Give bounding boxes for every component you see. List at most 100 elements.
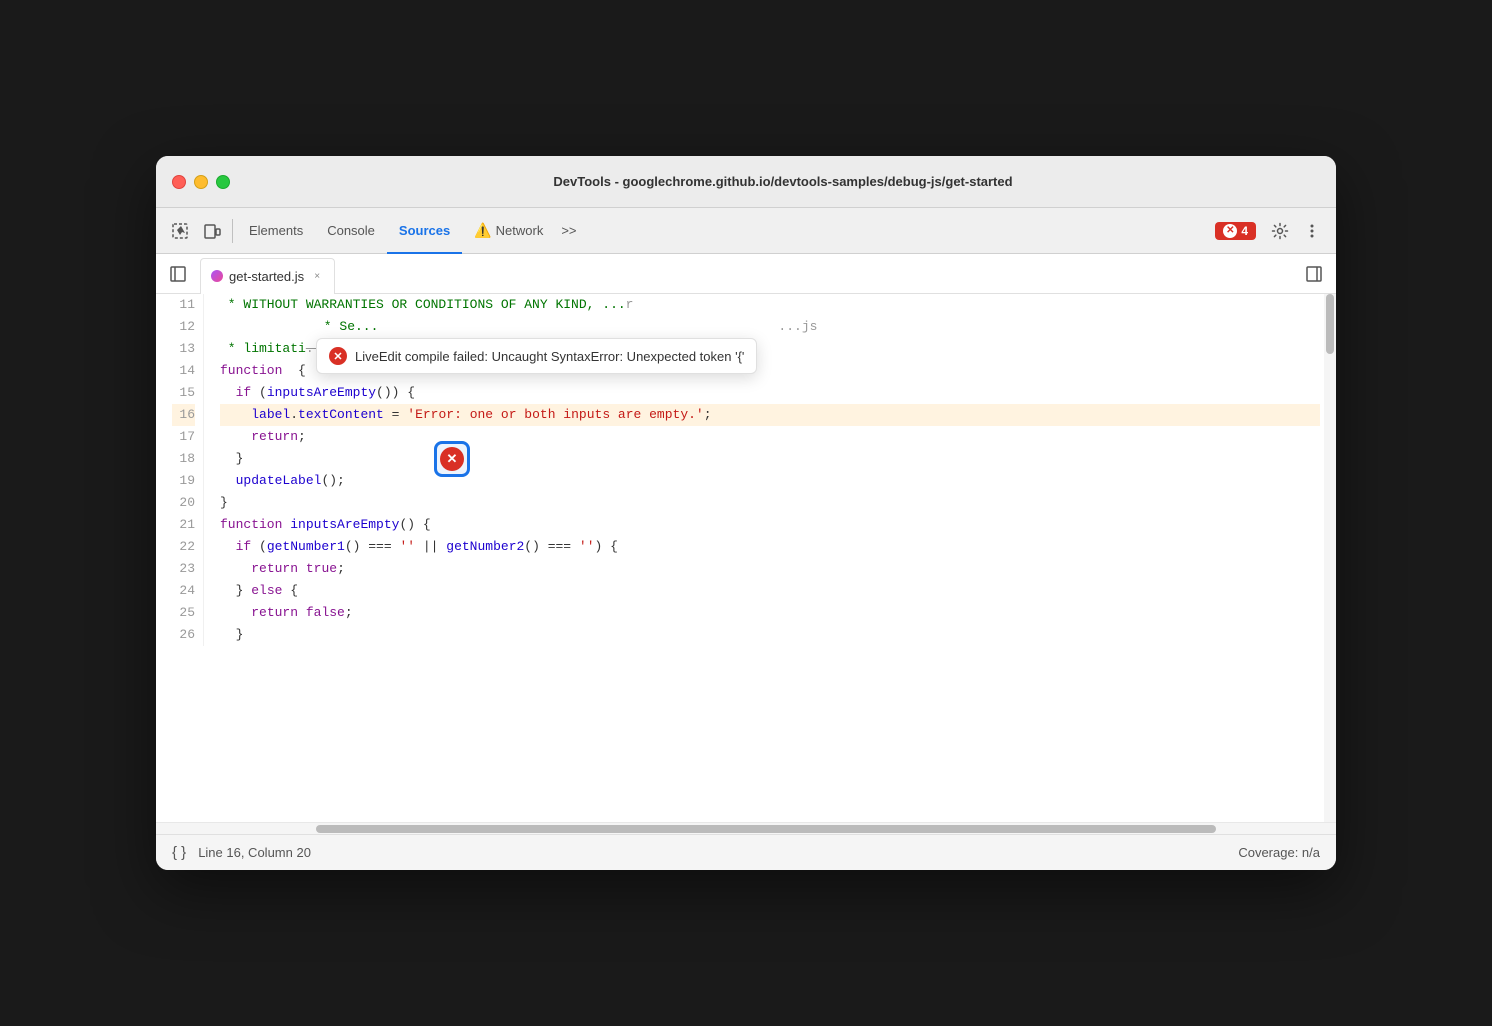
- code-line-18: }: [220, 448, 1320, 470]
- code-indent: [220, 426, 251, 448]
- code-indent: [220, 558, 251, 580]
- file-tab-close[interactable]: ×: [310, 269, 324, 283]
- code-text: ();: [321, 470, 344, 492]
- code-fn: getNumber1: [267, 536, 345, 558]
- code-var: label: [251, 404, 290, 426]
- line-numbers: 11 12 13 14 15 16 17 18 19 20 21 22 23 2…: [156, 294, 204, 646]
- code-editor[interactable]: ✕ LiveEdit compile failed: Uncaught Synt…: [156, 294, 1336, 822]
- title-bar: DevTools - googlechrome.github.io/devtoo…: [156, 156, 1336, 208]
- device-toggle-icon[interactable]: [196, 215, 228, 247]
- more-menu-icon[interactable]: [1296, 215, 1328, 247]
- code-indent: [220, 404, 251, 426]
- tab-network[interactable]: ⚠️ Network: [462, 208, 555, 254]
- vscrollbar-thumb: [1326, 294, 1334, 354]
- code-line-12: * Se... ...js: [220, 316, 1320, 338]
- code-indent: [220, 448, 236, 470]
- code-keyword: return: [251, 558, 298, 580]
- line-num-20: 20: [172, 492, 195, 514]
- code-text: (: [251, 382, 267, 404]
- line-num-14: 14: [172, 360, 195, 382]
- error-circle-inner: ✕: [440, 447, 464, 471]
- file-tab-name: get-started.js: [229, 269, 304, 284]
- file-tab-get-started[interactable]: get-started.js ×: [200, 258, 335, 294]
- more-tabs-button[interactable]: >>: [555, 208, 582, 254]
- window-title: DevTools - googlechrome.github.io/devtoo…: [246, 174, 1320, 189]
- error-tooltip-icon: ✕: [329, 347, 347, 365]
- code-line-23: return true ;: [220, 558, 1320, 580]
- error-badge-icon: ✕: [1223, 224, 1237, 238]
- tab-sources[interactable]: Sources: [387, 208, 462, 254]
- code-bool: true: [306, 558, 337, 580]
- code-keyword: function: [220, 360, 282, 382]
- code-text: () {: [399, 514, 430, 536]
- settings-icon[interactable]: [1264, 215, 1296, 247]
- tab-console[interactable]: Console: [315, 208, 387, 254]
- code-keyword: return: [251, 426, 298, 448]
- devtools-tab-bar: Elements Console Sources ⚠️ Network >> ✕…: [156, 208, 1336, 254]
- code-keyword: return: [251, 602, 298, 624]
- code-indent: [220, 470, 236, 492]
- code-overflow: r: [626, 294, 634, 316]
- inspect-icon[interactable]: [164, 215, 196, 247]
- code-indent: [220, 382, 236, 404]
- braces-icon[interactable]: { }: [172, 844, 186, 861]
- code-text: () ===: [524, 536, 579, 558]
- code-fn: inputsAreEmpty: [290, 514, 399, 536]
- code-text: .: [290, 404, 298, 426]
- code-text2: ) {: [595, 536, 618, 558]
- code-text: [282, 514, 290, 536]
- code-indent: [220, 580, 236, 602]
- line-num-24: 24: [172, 580, 195, 602]
- line-num-11: 11: [172, 294, 195, 316]
- panel-toggle-button[interactable]: [164, 260, 192, 288]
- tab-elements[interactable]: Elements: [237, 208, 315, 254]
- error-tooltip: ✕ LiveEdit compile failed: Uncaught Synt…: [316, 338, 757, 374]
- code-indent: [220, 624, 236, 646]
- horizontal-scrollbar[interactable]: [156, 822, 1336, 834]
- file-icon: [211, 270, 223, 282]
- line-num-19: 19: [172, 470, 195, 492]
- vertical-scrollbar[interactable]: [1324, 294, 1336, 646]
- code-prop: textContent: [298, 404, 384, 426]
- code-keyword: else: [251, 580, 282, 602]
- code-line-25: return false ;: [220, 602, 1320, 624]
- code-text: }: [236, 624, 244, 646]
- code-text: }: [236, 448, 244, 470]
- cursor-position: Line 16, Column 20: [198, 845, 311, 860]
- collapse-panel-button[interactable]: [1300, 260, 1328, 288]
- minimize-button[interactable]: [194, 175, 208, 189]
- code-bool: false: [306, 602, 345, 624]
- devtools-window: DevTools - googlechrome.github.io/devtoo…: [156, 156, 1336, 870]
- code-text: =: [384, 404, 407, 426]
- code-text: * WITHOUT WARRANTIES OR CONDITIONS OF AN…: [220, 294, 626, 316]
- code-string: 'Error: one or both inputs are empty.': [407, 404, 703, 426]
- close-button[interactable]: [172, 175, 186, 189]
- code-string2: '': [579, 536, 595, 558]
- code-line-11: * WITHOUT WARRANTIES OR CONDITIONS OF AN…: [220, 294, 1320, 316]
- code-keyword: if: [236, 536, 252, 558]
- code-text: {: [282, 360, 305, 382]
- code-text: ;: [704, 404, 712, 426]
- code-text: {: [282, 580, 298, 602]
- code-line-24: } else {: [220, 580, 1320, 602]
- line-num-26: 26: [172, 624, 195, 646]
- error-badge[interactable]: ✕ 4: [1215, 222, 1256, 240]
- tab-divider-1: [232, 219, 233, 243]
- maximize-button[interactable]: [216, 175, 230, 189]
- code-line-17: return ;: [220, 426, 1320, 448]
- code-keyword: function: [220, 514, 282, 536]
- error-circle-overlay[interactable]: ✕: [434, 441, 470, 477]
- file-tab-bar: get-started.js ×: [156, 254, 1336, 294]
- line-num-15: 15: [172, 382, 195, 404]
- code-text: }: [236, 580, 252, 602]
- coverage-status: Coverage: n/a: [1238, 845, 1320, 860]
- code-text: [298, 602, 306, 624]
- code-line-21: function inputsAreEmpty () {: [220, 514, 1320, 536]
- line-num-17: 17: [172, 426, 195, 448]
- code-text: ()) {: [376, 382, 415, 404]
- code-overflow: ...js: [378, 316, 817, 338]
- status-bar: { } Line 16, Column 20 Coverage: n/a: [156, 834, 1336, 870]
- code-text: () ===: [345, 536, 400, 558]
- code-line-22: if ( getNumber1 () === '' || getNumber2 …: [220, 536, 1320, 558]
- code-line-20: }: [220, 492, 1320, 514]
